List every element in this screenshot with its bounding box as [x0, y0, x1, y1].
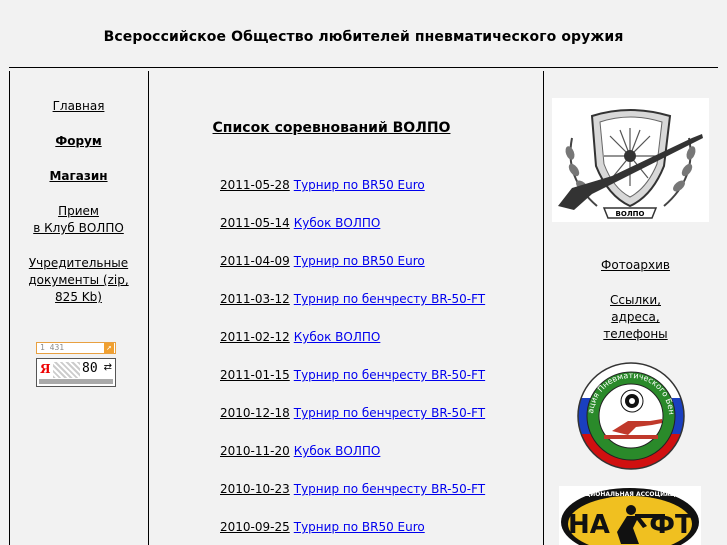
arrow-icon: ↗ [104, 343, 114, 353]
competition-date-link[interactable]: 2011-05-28 [220, 178, 290, 192]
competition-date-link[interactable]: 2011-05-14 [220, 216, 290, 230]
competition-date-link[interactable]: 2011-01-15 [220, 368, 290, 382]
counter-value: 80 [82, 361, 98, 376]
competition-date-link[interactable]: 2010-09-25 [220, 520, 290, 534]
nav-docs-line2: документы (zip, [28, 273, 129, 287]
competition-name-link[interactable]: Кубок ВОЛПО [294, 330, 381, 344]
counter-pattern [53, 362, 80, 378]
nav-join-line1: Прием [58, 204, 99, 218]
header-divider [9, 67, 718, 68]
competition-row: 2011-01-15 Турнир по бенчресту BR-50-FT [220, 368, 485, 382]
naft-top-text: НАЦИОНАЛЬНАЯ АССОЦИАЦИЯ [575, 491, 685, 498]
liveinternet-counter[interactable]: 1 431 ↗ [36, 342, 116, 354]
competitions-title: Список соревнований ВОЛПО [212, 120, 451, 136]
nav-links-line1: Ссылки, [610, 293, 661, 307]
yandex-logo-icon: Я [40, 362, 51, 376]
nav-docs-line3: 825 Kb) [55, 290, 102, 304]
left-navigation: Главная Форум Магазин Прием в Клуб ВОЛПО… [9, 98, 148, 306]
nav-links-contacts-link[interactable]: Ссылки, адреса, телефоны [544, 292, 727, 343]
nav-photo-archive-link[interactable]: Фотоархив [544, 257, 727, 274]
competition-row: 2010-12-18 Турнир по бенчресту BR-50-FT [220, 406, 485, 420]
nav-home-link[interactable]: Главная [9, 98, 148, 115]
competition-row: 2010-10-23 Турнир по бенчресту BR-50-FT [220, 482, 485, 496]
emblem-text: ВОЛПО [616, 210, 645, 218]
nav-forum-link[interactable]: Форум [9, 133, 148, 150]
competition-row: 2010-11-20 Кубок ВОЛПО [220, 444, 380, 458]
nav-founding-docs-link[interactable]: Учредительные документы (zip, 825 Kb) [9, 255, 148, 306]
benchrest-association-badge[interactable]: Ассоциация Пневматического Бенчреста [573, 354, 686, 471]
competition-name-link[interactable]: Турнир по бенчресту BR-50-FT [294, 292, 485, 306]
naft-logo-image: НАЦИОНАЛЬНАЯ АССОЦИАЦИЯ НА ФТ [559, 486, 701, 545]
competition-row: 2011-05-28 Турнир по BR50 Euro [220, 178, 425, 192]
competition-row: 2011-03-12 Турнир по бенчресту BR-50-FT [220, 292, 485, 306]
competition-name-link[interactable]: Турнир по BR50 Euro [294, 520, 425, 534]
refresh-icon: ⇄ [103, 362, 112, 373]
competition-date-link[interactable]: 2010-10-23 [220, 482, 290, 496]
counter-hits: 1 431 [40, 343, 65, 352]
counter-bar [39, 379, 113, 384]
nav-join-line2: в Клуб ВОЛПО [33, 221, 124, 235]
competition-date-link[interactable]: 2011-03-12 [220, 292, 290, 306]
nav-links-line2: адреса, [611, 310, 660, 324]
competition-row: 2011-02-12 Кубок ВОЛПО [220, 330, 380, 344]
site-title: Всероссийское Общество любителей пневмат… [103, 29, 624, 45]
competition-name-link[interactable]: Кубок ВОЛПО [294, 216, 381, 230]
competition-row: 2011-04-09 Турнир по BR50 Euro [220, 254, 425, 268]
nav-shop-link[interactable]: Магазин [9, 168, 148, 185]
nav-links-line3: телефоны [603, 327, 668, 341]
competition-name-link[interactable]: Турнир по BR50 Euro [294, 254, 425, 268]
right-navigation: Фотоархив Ссылки, адреса, телефоны [544, 257, 727, 343]
naft-left-text: НА [568, 510, 610, 540]
left-column-divider [148, 71, 149, 545]
yandex-counter[interactable]: Я 80 ⇄ [36, 358, 116, 387]
competition-name-link[interactable]: Турнир по бенчресту BR-50-FT [294, 368, 485, 382]
competition-date-link[interactable]: 2010-11-20 [220, 444, 290, 458]
nav-docs-line1: Учредительные [28, 256, 129, 270]
competition-date-link[interactable]: 2010-12-18 [220, 406, 290, 420]
competition-name-link[interactable]: Турнир по BR50 Euro [294, 178, 425, 192]
competition-name-link[interactable]: Кубок ВОЛПО [294, 444, 381, 458]
nav-join-club-link[interactable]: Прием в Клуб ВОЛПО [9, 203, 148, 237]
competition-date-link[interactable]: 2011-02-12 [220, 330, 290, 344]
competition-name-link[interactable]: Турнир по бенчресту BR-50-FT [294, 406, 485, 420]
competition-date-link[interactable]: 2011-04-09 [220, 254, 290, 268]
competition-row: 2010-09-25 Турнир по BR50 Euro [220, 520, 425, 534]
volpo-emblem-image: ВОЛПО [552, 98, 709, 222]
competition-row: 2011-05-14 Кубок ВОЛПО [220, 216, 380, 230]
competition-name-link[interactable]: Турнир по бенчресту BR-50-FT [294, 482, 485, 496]
